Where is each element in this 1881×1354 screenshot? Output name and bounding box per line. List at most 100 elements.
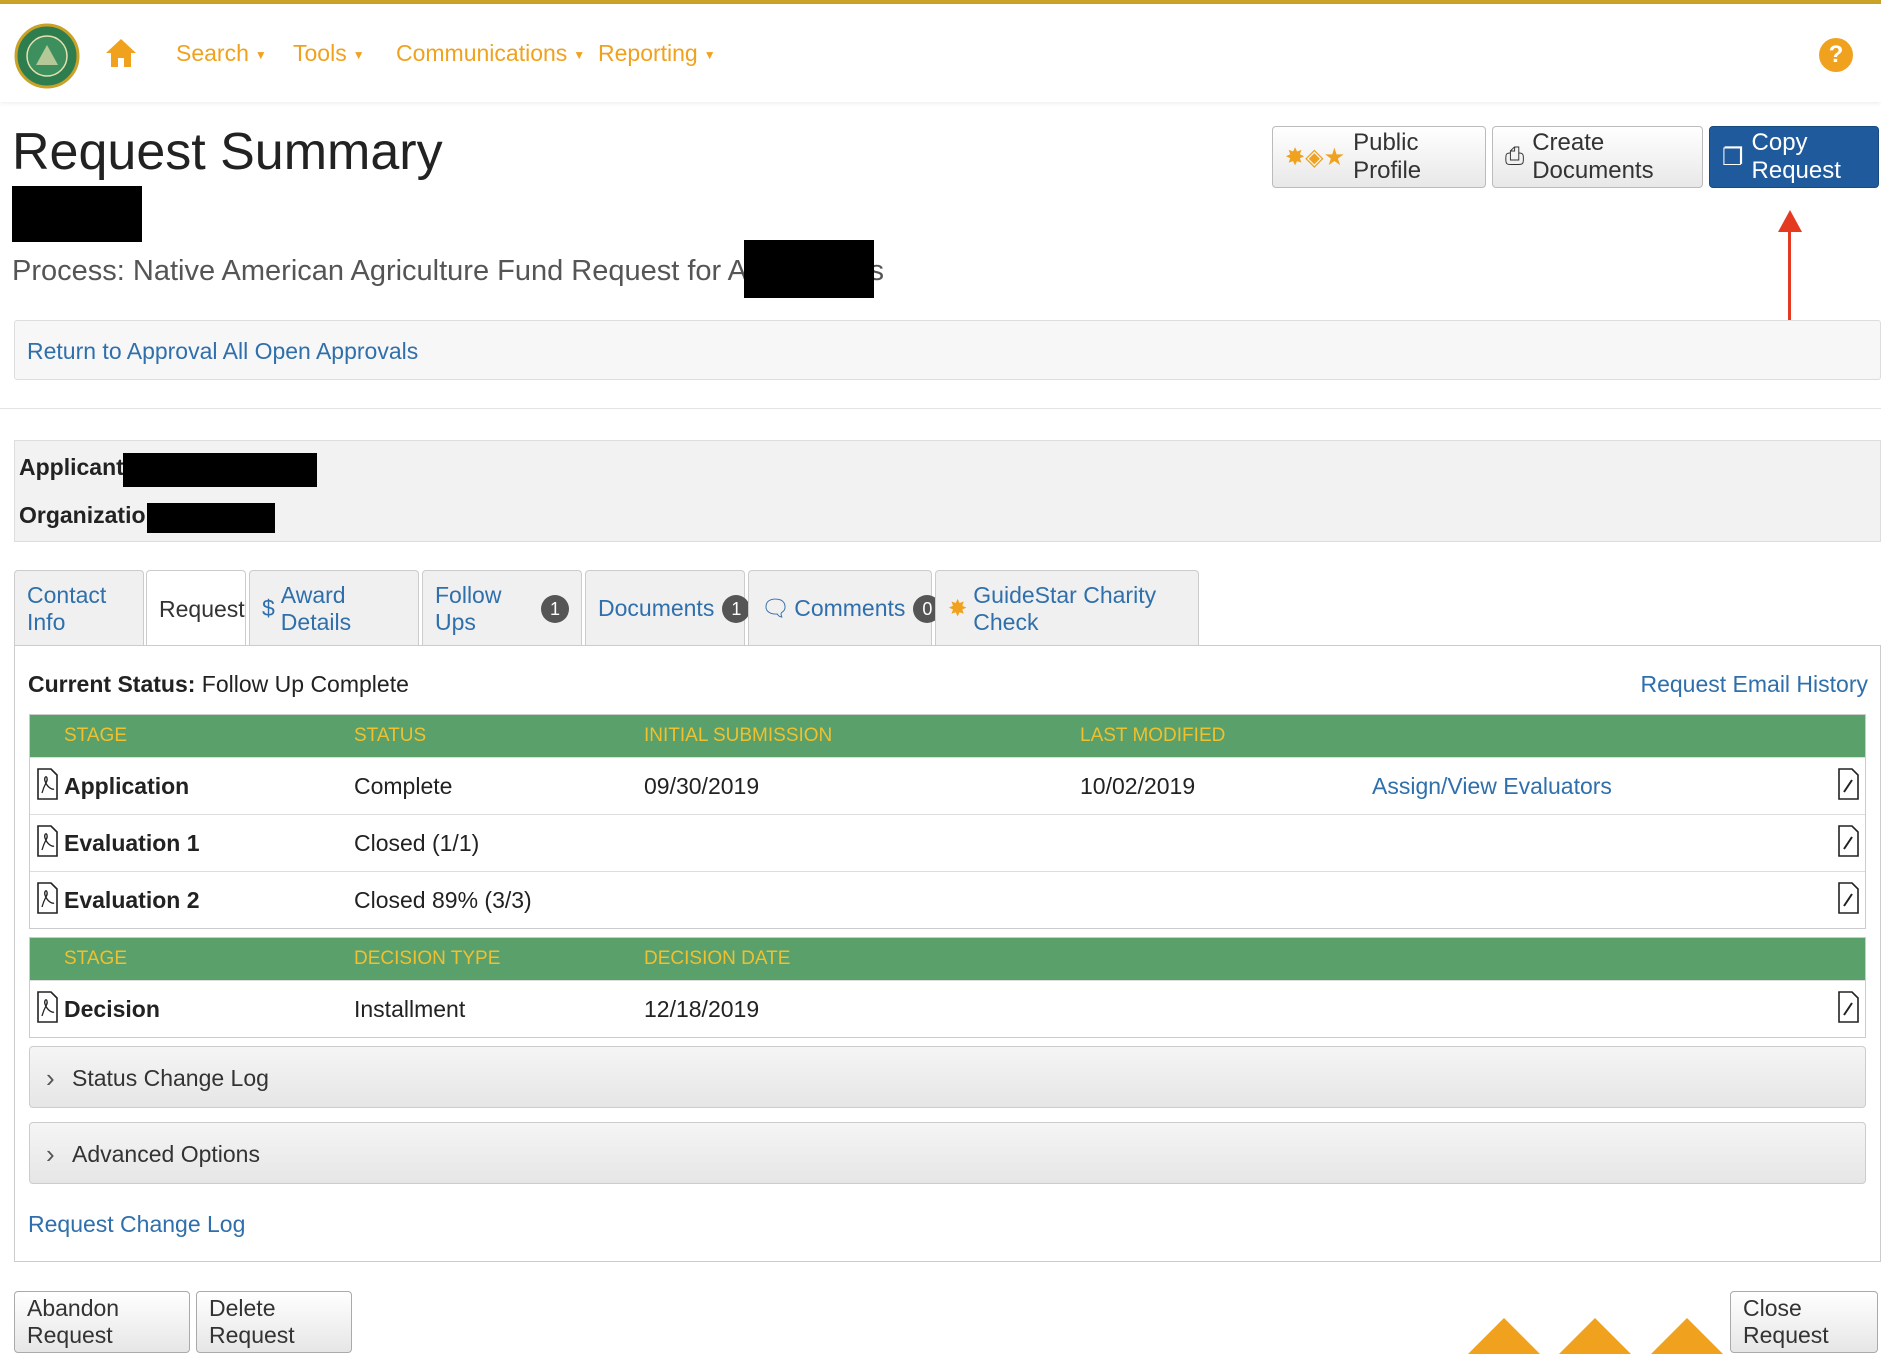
home-icon[interactable]	[104, 36, 138, 70]
count-badge: 1	[541, 594, 569, 623]
applicant-box: Applicant: Organization:	[14, 440, 1881, 542]
column-header: STAGE	[64, 948, 127, 969]
decision-date: 12/18/2019	[644, 996, 760, 1022]
table-header: STAGE STATUS INITIAL SUBMISSION LAST MOD…	[30, 715, 1865, 757]
column-header: STAGE	[64, 725, 127, 746]
pdf-icon[interactable]	[36, 882, 58, 914]
tab-contact-info[interactable]: Contact Info	[14, 570, 144, 646]
tab-request[interactable]: Request	[146, 570, 246, 647]
create-documents-button[interactable]: ⎙ Create Documents	[1492, 126, 1703, 188]
abandon-request-button[interactable]: Abandon Request	[14, 1291, 190, 1353]
stages-table: STAGE STATUS INITIAL SUBMISSION LAST MOD…	[29, 714, 1866, 929]
column-header: DECISION TYPE	[354, 948, 501, 969]
redacted-applicant	[123, 453, 317, 487]
decorative-triangle	[1651, 1318, 1723, 1354]
chevron-down-icon: ▼	[573, 47, 586, 62]
chevron-down-icon: ▼	[254, 47, 267, 62]
pdf-icon[interactable]	[36, 768, 58, 800]
nav-communications-label: Communications	[396, 40, 568, 66]
initial-submission: 09/30/2019	[644, 773, 760, 799]
tab-label: Follow Ups	[435, 581, 502, 635]
tab-comments[interactable]: 🗨 Comments 0	[748, 570, 942, 646]
close-request-label: Close Request	[1743, 1295, 1829, 1348]
table-row: Decision Installment 12/18/2019	[30, 980, 1865, 1037]
accordion-label: Advanced Options	[72, 1141, 260, 1167]
tab-follow-ups[interactable]: Follow Ups 1	[422, 570, 582, 646]
table-row: Evaluation 2 Closed 89% (3/3)	[30, 871, 1865, 928]
chevron-right-icon: ›	[46, 1139, 55, 1169]
decorative-triangle	[1468, 1318, 1540, 1354]
accordion-label: Status Change Log	[72, 1065, 269, 1091]
stage-status: Complete	[354, 773, 453, 799]
applicant-label: Applicant:	[19, 454, 132, 480]
chevron-down-icon: ▼	[352, 47, 365, 62]
edit-icon[interactable]	[1837, 825, 1859, 857]
printer-icon: ⎙	[1505, 143, 1525, 170]
table-row: Application Complete 09/30/2019 10/02/20…	[30, 757, 1865, 814]
navbar: Search ▼ Tools ▼ Communications ▼ Reporting…	[0, 4, 1881, 102]
delete-request-button[interactable]: Delete Request	[196, 1291, 352, 1353]
current-status-value: Follow Up Complete	[201, 671, 409, 697]
column-header: INITIAL SUBMISSION	[644, 725, 833, 746]
count-badge: 1	[722, 594, 751, 623]
current-status-label: Current Status:	[28, 671, 196, 697]
redacted-block	[744, 240, 874, 298]
stage-name: Evaluation 2	[64, 887, 200, 913]
advanced-options-accordion[interactable]: › Advanced Options	[29, 1122, 1866, 1184]
redacted-organization	[147, 503, 275, 533]
column-header: DECISION DATE	[644, 948, 791, 969]
public-profile-button[interactable]: ✸◈★ Public Profile	[1272, 126, 1486, 188]
chevron-down-icon: ▼	[703, 47, 716, 62]
tab-label: Contact Info	[27, 581, 107, 635]
create-documents-label: Create Documents	[1532, 129, 1654, 184]
guidestar-icon: ✸	[948, 595, 968, 621]
help-icon[interactable]: ?	[1819, 38, 1853, 72]
tab-label: Comments	[794, 595, 906, 621]
copy-icon: ❐	[1722, 143, 1744, 171]
assign-evaluators-link[interactable]: Assign/View Evaluators	[1372, 773, 1612, 800]
decision-table: STAGE DECISION TYPE DECISION DATE Decisi…	[29, 937, 1866, 1038]
current-status: Current Status: Follow Up Complete	[28, 671, 409, 698]
pdf-icon[interactable]	[36, 825, 58, 857]
copy-request-label: Copy Request	[1751, 129, 1841, 184]
column-header: LAST MODIFIED	[1080, 725, 1226, 746]
table-row: Evaluation 1 Closed (1/1)	[30, 814, 1865, 871]
request-change-log-link[interactable]: Request Change Log	[28, 1211, 245, 1238]
nav-search[interactable]: Search ▼	[176, 40, 267, 67]
tab-documents[interactable]: Documents 1	[585, 570, 751, 646]
nav-reporting[interactable]: Reporting ▼	[598, 40, 716, 67]
naaf-logo[interactable]	[14, 13, 80, 99]
copy-request-button[interactable]: ❐ Copy Request	[1709, 126, 1879, 188]
table-header: STAGE DECISION TYPE DECISION DATE	[30, 938, 1865, 980]
edit-icon[interactable]	[1837, 768, 1859, 800]
column-header: STATUS	[354, 725, 427, 746]
status-change-log-accordion[interactable]: › Status Change Log	[29, 1046, 1866, 1108]
nav-tools[interactable]: Tools ▼	[293, 40, 365, 67]
organization-label: Organization:	[19, 502, 168, 528]
nav-search-label: Search	[176, 40, 249, 66]
dollar-icon: $	[262, 595, 275, 621]
stage-name: Evaluation 1	[64, 830, 200, 856]
page-title: Request Summary	[12, 123, 443, 181]
delete-request-label: Delete Request	[209, 1295, 295, 1348]
tab-label: Documents	[598, 595, 715, 621]
tab-guidestar[interactable]: ✸ GuideStar Charity Check	[935, 570, 1199, 646]
divider	[0, 408, 1881, 409]
public-profile-label: Public Profile	[1353, 129, 1422, 184]
stage-status: Closed (1/1)	[354, 830, 480, 856]
tab-label: GuideStar Charity Check	[973, 581, 1157, 635]
last-modified: 10/02/2019	[1080, 773, 1196, 799]
tab-label: Request	[159, 595, 245, 622]
decorative-triangle	[1559, 1318, 1631, 1354]
nav-communications[interactable]: Communications ▼	[396, 40, 585, 67]
request-email-history-link[interactable]: Request Email History	[1640, 671, 1868, 698]
edit-icon[interactable]	[1837, 991, 1859, 1023]
decision-type: Installment	[354, 996, 466, 1022]
close-request-button[interactable]: Close Request	[1730, 1291, 1878, 1353]
edit-icon[interactable]	[1837, 882, 1859, 914]
return-to-approvals-link[interactable]: Return to Approval All Open Approvals	[27, 338, 418, 365]
tab-award-details[interactable]: $ Award Details	[249, 570, 419, 646]
guidestar-seal-icon: ✸◈★	[1285, 143, 1346, 171]
pdf-icon[interactable]	[36, 991, 58, 1023]
chevron-right-icon: ›	[46, 1063, 55, 1093]
